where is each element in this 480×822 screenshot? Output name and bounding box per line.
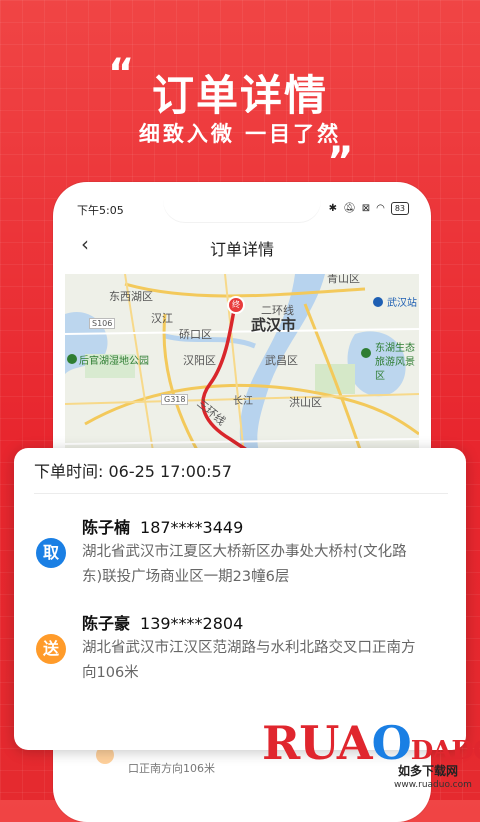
bluetooth-icon: ✱ [328, 203, 337, 214]
map-label-wuhan-station: 武汉站 [387, 298, 417, 309]
park-icon [67, 354, 77, 364]
map-label-qiaokou: 硚口区 [179, 328, 212, 341]
map-label-wuhan-city: 武汉市 [251, 316, 297, 334]
road-sign-g318: G318 [161, 394, 189, 405]
delivery-contact: 陈子豪 139****2804 [82, 610, 243, 634]
close-quote-mark: „ [328, 117, 355, 163]
pickup-contact: 陈子楠 187****3449 [82, 514, 243, 538]
page-title: 订单详情 [209, 240, 274, 259]
route-end-pin: 终 [227, 296, 245, 314]
order-detail-card: 下单时间: 06-25 17:00:57 取 陈子楠 187****3449 湖北… [14, 448, 466, 750]
map-label-wuchang: 武昌区 [265, 354, 298, 367]
hidden-address-tail: 口正南方向106米 [128, 762, 215, 775]
promo-subline: 细致入微 一目了然 [138, 122, 342, 146]
map-label-dongxihu: 东西湖区 [109, 290, 153, 303]
watermark-logo: RUAODADO 如多下载网 www.ruaduo.com [262, 716, 480, 800]
road-sign-s106: S106 [89, 318, 116, 329]
promo-headline: 订单详情 [151, 71, 328, 120]
map-label-yangtze: 长江 [233, 396, 253, 407]
delivery-address: 湖北省武汉市江汉区范湖路与水利北路交叉口正南方向106米 [82, 640, 416, 681]
delivery-badge: 送 [36, 634, 66, 664]
pickup-phone[interactable]: 187****3449 [140, 518, 243, 537]
watermark-tagline: 如多下载网 [398, 764, 459, 778]
map-label-houguanhu: 后官湖湿地公园 [79, 356, 149, 367]
map-label-donghu-scenic: 东湖生态旅游风景区 [375, 343, 415, 382]
status-icons: ✱ 🔕︎ ⊠ ◠ 83 [329, 202, 409, 215]
map-label-hanjiang: 汉江 [151, 312, 173, 325]
pickup-badge: 取 [36, 538, 66, 568]
camera-notch [163, 194, 321, 222]
pickup-name: 陈子楠 [82, 518, 131, 537]
pickup-address: 湖北省武汉市江夏区大桥新区办事处大桥村(文化路东)联投广场商业区一期23幢6层 [82, 544, 407, 585]
map-label-hongshan: 洪山区 [289, 396, 322, 409]
mute-icon: 🔕︎ [342, 203, 356, 214]
order-time: 下单时间: 06-25 17:00:57 [34, 462, 232, 481]
train-station-icon [373, 297, 383, 307]
map-label-hanyang: 汉阳区 [183, 354, 216, 367]
scenic-area-icon [361, 348, 371, 358]
wifi-icon: ◠ [376, 203, 385, 214]
delivery-name: 陈子豪 [82, 614, 131, 633]
battery-icon: 83 [390, 202, 409, 215]
map-label-qingshan: 青山区 [327, 274, 360, 285]
divider [34, 493, 448, 494]
watermark-url: www.ruaduo.com [394, 780, 472, 790]
route-map[interactable]: 终 东西湖区 二环线 青山区 汉江 S106 武汉市 硚口区 武汉站 后官湖湿地… [65, 274, 419, 464]
nav-bar: ‹ 订单详情 [65, 228, 419, 268]
delivery-phone[interactable]: 139****2804 [140, 614, 243, 633]
sim-icon: ⊠ [361, 203, 371, 214]
status-time: 下午5:05 [77, 204, 124, 217]
